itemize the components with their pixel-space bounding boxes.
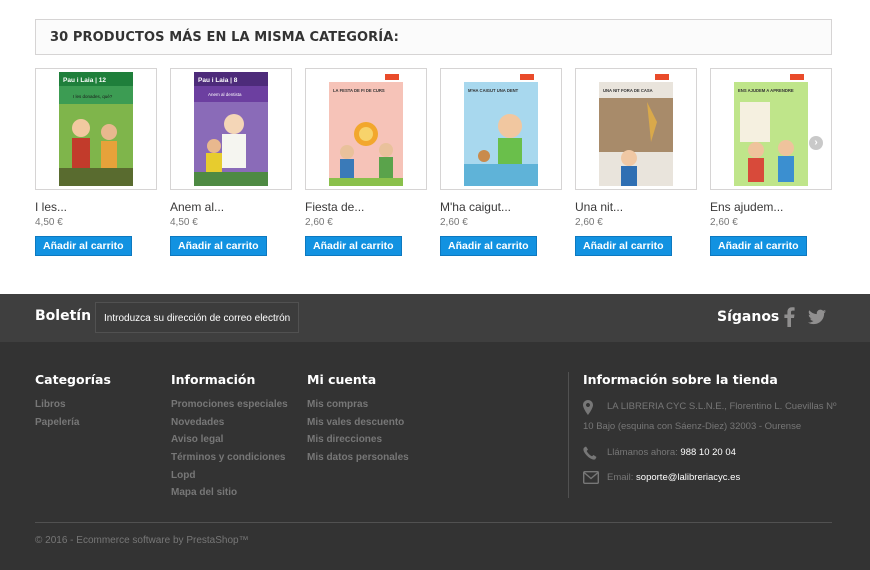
store-address-line1: LA LIBRERIA CYC S.L.N.E., Florentino L. …: [607, 401, 837, 412]
newsletter-title: Boletín: [35, 308, 92, 324]
footer-link-vales[interactable]: Mis vales descuento: [307, 414, 409, 432]
footer-link-aviso-legal[interactable]: Aviso legal: [171, 431, 288, 449]
cover-subtitle: I les donades, què?: [73, 94, 113, 99]
book-cover-image: UNA NIT FORA DE CASA: [599, 72, 673, 186]
add-to-cart-button[interactable]: Añadir al carrito: [575, 236, 672, 256]
footer-link-libros[interactable]: Libros: [35, 396, 111, 414]
footer-store-title: Información sobre la tienda: [583, 372, 778, 387]
footer-link-promociones[interactable]: Promociones especiales: [171, 396, 288, 414]
book-cover-image: Pau i Laia | 8 Anem al dentista: [194, 72, 268, 186]
store-address-line2: 10 Bajo (esquina con Sáenz-Diez) 32003 -…: [583, 421, 802, 432]
related-products-carousel: Pau i Laia | 12 I les donades, què? I le…: [35, 68, 832, 258]
footer-link-novedades[interactable]: Novedades: [171, 414, 288, 432]
newsletter-email-input[interactable]: Introduzca su dirección de correo electr…: [95, 302, 299, 333]
product-card: UNA NIT FORA DE CASA Una nit... 2,60 € A…: [575, 68, 697, 256]
cover-title: M'HA CAIGUT UNA DENT: [468, 88, 519, 93]
product-price: 2,60 €: [575, 217, 603, 228]
product-price: 2,60 €: [440, 217, 468, 228]
footer-separator: [35, 522, 832, 523]
footer-link-mapa[interactable]: Mapa del sitio: [171, 484, 288, 502]
newsletter-placeholder: Introduzca su dirección de correo electr…: [104, 313, 291, 324]
add-to-cart-button[interactable]: Añadir al carrito: [170, 236, 267, 256]
carousel-next-icon[interactable]: ›: [809, 136, 823, 150]
copyright-text: © 2016 - Ecommerce software by PrestaSho…: [35, 535, 249, 546]
store-phone-number: 988 10 20 04: [680, 447, 736, 458]
product-name-link[interactable]: Anem al...: [170, 200, 292, 216]
twitter-icon[interactable]: [808, 309, 826, 325]
product-card: Pau i Laia | 8 Anem al dentista Anem al.…: [170, 68, 292, 256]
product-name-link[interactable]: Fiesta de...: [305, 200, 427, 216]
product-image-link[interactable]: UNA NIT FORA DE CASA: [575, 68, 697, 190]
product-price: 2,60 €: [305, 217, 333, 228]
cover-title: Pau i Laia | 8: [198, 77, 238, 84]
product-image-link[interactable]: ENS AJUDEM A APRENDRE: [710, 68, 832, 190]
phone-icon: [583, 446, 597, 460]
footer-categories: Categorías Libros Papelería: [35, 372, 111, 431]
envelope-icon: [583, 471, 599, 484]
footer-link-terminos[interactable]: Términos y condiciones: [171, 449, 288, 467]
cover-subtitle: Anem al dentista: [208, 92, 242, 97]
product-price: 4,50 €: [35, 217, 63, 228]
add-to-cart-button[interactable]: Añadir al carrito: [305, 236, 402, 256]
add-to-cart-button[interactable]: Añadir al carrito: [35, 236, 132, 256]
product-image-link[interactable]: M'HA CAIGUT UNA DENT: [440, 68, 562, 190]
product-image-link[interactable]: Pau i Laia | 8 Anem al dentista: [170, 68, 292, 190]
section-title: 30 PRODUCTOS MÁS EN LA MISMA CATEGORÍA:: [35, 19, 832, 55]
product-card: M'HA CAIGUT UNA DENT M'ha caigut... 2,60…: [440, 68, 562, 256]
book-cover-image: ENS AJUDEM A APRENDRE: [734, 72, 808, 186]
cover-title: LA FESTA DE FI DE CURS: [333, 88, 385, 93]
store-phone-label: Llámanos ahora:: [607, 447, 678, 458]
footer-account-title: Mi cuenta: [307, 372, 377, 387]
book-cover-image: LA FESTA DE FI DE CURS: [329, 72, 403, 186]
store-email-label: Email:: [607, 472, 634, 483]
map-marker-icon: [583, 400, 593, 415]
product-name-link[interactable]: M'ha caigut...: [440, 200, 562, 216]
store-email-link[interactable]: soporte@lalibreriacyc.es: [636, 472, 740, 483]
store-phone: Llámanos ahora: 988 10 20 04: [583, 443, 833, 463]
facebook-icon[interactable]: [783, 307, 795, 327]
footer-link-lopd[interactable]: Lopd: [171, 467, 288, 485]
footer-information: Información Promociones especiales Noved…: [171, 372, 288, 502]
footer-link-datos[interactable]: Mis datos personales: [307, 449, 409, 467]
product-image-link[interactable]: Pau i Laia | 12 I les donades, què?: [35, 68, 157, 190]
add-to-cart-button[interactable]: Añadir al carrito: [440, 236, 537, 256]
store-email: Email: soporte@lalibreriacyc.es: [583, 468, 833, 488]
product-card: LA FESTA DE FI DE CURS Fiesta de... 2,60…: [305, 68, 427, 256]
product-name-link[interactable]: Ens ajudem...: [710, 200, 832, 216]
product-name-link[interactable]: I les...: [35, 200, 157, 216]
product-page: 30 PRODUCTOS MÁS EN LA MISMA CATEGORÍA: …: [0, 0, 870, 570]
footer-categories-title: Categorías: [35, 372, 111, 387]
footer-store-info: Información sobre la tienda LA LIBRERIA …: [583, 372, 837, 488]
footer-link-mis-compras[interactable]: Mis compras: [307, 396, 409, 414]
newsletter-bar: Boletín Introduzca su dirección de corre…: [0, 294, 870, 342]
product-price: 4,50 €: [170, 217, 198, 228]
store-address: LA LIBRERIA CYC S.L.N.E., Florentino L. …: [583, 397, 837, 437]
cover-title: ENS AJUDEM A APRENDRE: [738, 88, 794, 93]
cover-title: Pau i Laia | 12: [63, 77, 106, 84]
product-price: 2,60 €: [710, 217, 738, 228]
footer-link-papeleria[interactable]: Papelería: [35, 414, 111, 432]
add-to-cart-button[interactable]: Añadir al carrito: [710, 236, 807, 256]
book-cover-image: M'HA CAIGUT UNA DENT: [464, 72, 538, 186]
cover-title: UNA NIT FORA DE CASA: [603, 88, 653, 93]
footer-divider: [568, 372, 569, 498]
footer-information-title: Información: [171, 372, 256, 387]
book-cover-image: Pau i Laia | 12 I les donades, què?: [59, 72, 133, 186]
product-card: ENS AJUDEM A APRENDRE Ens ajudem... 2,60…: [710, 68, 832, 256]
product-card: Pau i Laia | 12 I les donades, què? I le…: [35, 68, 157, 256]
product-name-link[interactable]: Una nit...: [575, 200, 697, 216]
footer-link-direcciones[interactable]: Mis direcciones: [307, 431, 409, 449]
footer-account: Mi cuenta Mis compras Mis vales descuent…: [307, 372, 409, 467]
product-image-link[interactable]: LA FESTA DE FI DE CURS: [305, 68, 427, 190]
social-title: Síganos: [717, 309, 780, 325]
